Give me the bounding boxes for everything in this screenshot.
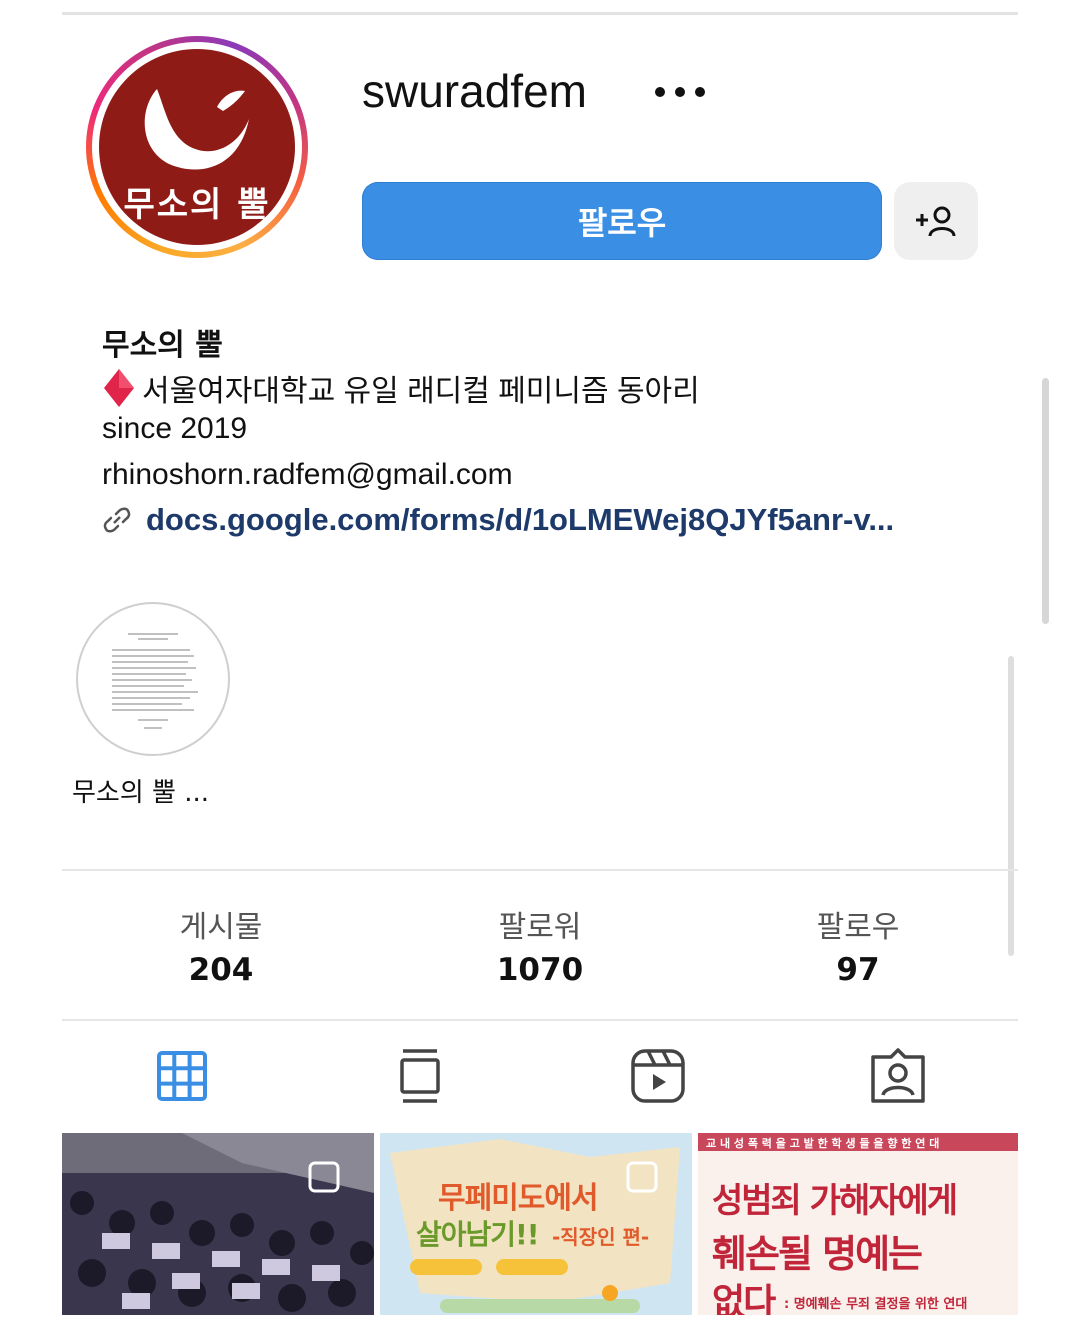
tab-tagged[interactable] bbox=[868, 1046, 928, 1106]
post-thumbnail-1[interactable] bbox=[62, 1133, 374, 1315]
stat-label: 게시물 bbox=[179, 910, 263, 945]
profile-avatar[interactable]: 무소의 뿔 bbox=[86, 36, 308, 258]
top-divider bbox=[62, 12, 1018, 15]
more-options-icon[interactable] bbox=[652, 80, 708, 104]
post-3-line-2: 훼손될 명예는 bbox=[712, 1232, 923, 1276]
add-person-icon bbox=[916, 206, 956, 237]
tabs-divider bbox=[62, 1019, 1018, 1021]
profile-name: 무소의 뿔 bbox=[102, 328, 223, 363]
feed-icon bbox=[400, 1049, 440, 1103]
post-2-title-2: 살아남기!! bbox=[416, 1218, 540, 1251]
link-icon bbox=[103, 507, 131, 533]
post-2-subtitle: -직장인 편- bbox=[552, 1225, 650, 1249]
avatar-logo: 무소의 뿔 bbox=[99, 49, 295, 245]
follow-button[interactable]: 팔로우 bbox=[362, 182, 882, 260]
bio-email: rhinoshorn.radfem@gmail.com bbox=[102, 458, 513, 491]
post-3-small: : 명예훼손 무죄 결정을 위한 연대 bbox=[784, 1297, 968, 1312]
stat-label: 팔로우 bbox=[816, 910, 900, 945]
bio-link-text[interactable]: docs.google.com/forms/d/1oLMEWej8QJYf5an… bbox=[146, 502, 894, 538]
tab-feed[interactable] bbox=[390, 1046, 450, 1106]
highlight-document-thumbnail bbox=[112, 633, 198, 729]
avatar-text: 무소의 뿔 bbox=[123, 185, 271, 225]
highlight-label: 무소의 뿔 ... bbox=[72, 778, 210, 808]
post-2-title-1: 무페미도에서 bbox=[438, 1181, 599, 1216]
tab-reels[interactable] bbox=[628, 1046, 688, 1106]
bio-description-text: 서울여자대학교 유일 래디컬 페미니즘 동아리 bbox=[142, 375, 700, 408]
stat-value: 97 bbox=[836, 952, 880, 988]
following-count[interactable]: 팔로우 97 bbox=[738, 902, 978, 988]
stat-value: 204 bbox=[188, 952, 254, 988]
inner-scrollbar[interactable] bbox=[1008, 656, 1014, 956]
suggested-accounts-button[interactable] bbox=[894, 182, 978, 260]
bio-since: since 2019 bbox=[102, 412, 248, 445]
username: swuradfem bbox=[362, 65, 587, 117]
grid-icon bbox=[157, 1051, 207, 1101]
tab-grid[interactable] bbox=[152, 1046, 212, 1106]
post-thumbnail-3[interactable]: 교 내 성 폭 력 을 고 발 한 학 생 들 을 향 한 연 대 성범죄 가해… bbox=[698, 1133, 1018, 1315]
protest-photo bbox=[62, 1133, 374, 1315]
stat-value: 1070 bbox=[496, 952, 584, 988]
reels-icon bbox=[631, 1049, 685, 1103]
post-3-header: 교 내 성 폭 력 을 고 발 한 학 생 들 을 향 한 연 대 bbox=[706, 1137, 940, 1150]
post-3-line-1: 성범죄 가해자에게 bbox=[712, 1181, 958, 1221]
story-highlight[interactable] bbox=[76, 602, 230, 756]
tagged-icon bbox=[871, 1048, 925, 1103]
stat-label: 팔로워 bbox=[498, 910, 582, 945]
scrollbar[interactable] bbox=[1042, 378, 1049, 624]
post-3-line-3: 없다 bbox=[712, 1282, 776, 1315]
posts-count[interactable]: 게시물 204 bbox=[101, 902, 341, 988]
red-diamond-icon bbox=[104, 369, 134, 407]
post-thumbnail-2[interactable]: 무페미도에서 살아남기!! -직장인 편- bbox=[380, 1133, 692, 1315]
followers-count[interactable]: 팔로워 1070 bbox=[420, 902, 660, 988]
bio-description: 서울여자대학교 유일 래디컬 페미니즘 동아리 bbox=[102, 366, 700, 410]
stats-divider bbox=[62, 869, 1018, 871]
bio-link[interactable]: docs.google.com/forms/d/1oLMEWej8QJYf5an… bbox=[102, 502, 894, 538]
